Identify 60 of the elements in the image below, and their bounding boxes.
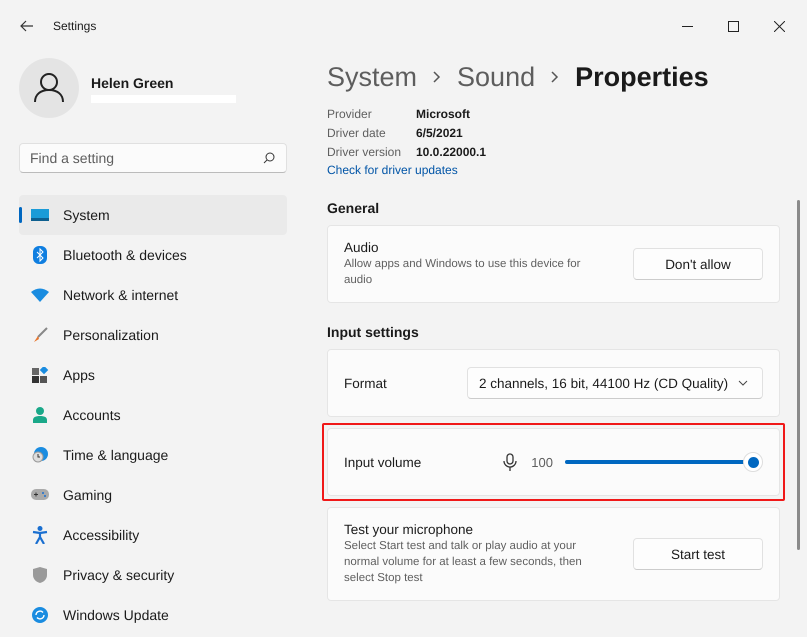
setting-title: Audio <box>344 240 380 255</box>
nav-item[interactable]: Apps <box>19 355 287 395</box>
search-field[interactable]: Find a setting <box>19 143 287 173</box>
nav-item[interactable]: Network & internet <box>19 275 287 315</box>
nav-item[interactable]: Time & language <box>19 435 287 475</box>
apps-icon <box>31 367 49 383</box>
info-value: Microsoft <box>416 106 471 123</box>
wifi-icon <box>31 288 49 302</box>
info-label: Provider <box>327 106 373 123</box>
info-label: Driver version <box>327 144 402 161</box>
person-icon <box>31 407 49 423</box>
accessibility-icon <box>31 526 49 544</box>
page-title: Properties <box>575 62 709 92</box>
chevron-down-icon <box>738 380 748 386</box>
nav-item[interactable]: Accessibility <box>19 515 287 555</box>
scrollbar[interactable] <box>797 200 800 550</box>
nav-item[interactable]: System <box>19 195 287 235</box>
nav-item[interactable]: Gaming <box>19 475 287 515</box>
chevron-icon <box>433 71 442 83</box>
search-icon <box>263 152 275 164</box>
brush-icon <box>31 327 49 343</box>
setting-title: Test your microphone <box>344 522 474 537</box>
driver-update-link[interactable]: Check for driver updates <box>327 163 458 177</box>
section-heading: Input settings <box>327 324 420 340</box>
avatar-icon <box>19 58 79 118</box>
setting-description: Allow apps and Windows to use this device for audio <box>344 257 582 288</box>
maximize-icon[interactable] <box>728 20 739 32</box>
back-arrow-icon[interactable] <box>20 20 34 32</box>
gamepad-icon <box>31 489 49 501</box>
breadcrumb-link[interactable]: Sound <box>457 62 536 92</box>
section-heading: General <box>327 200 380 216</box>
close-icon[interactable] <box>774 20 785 32</box>
window-title: Settings <box>53 19 96 33</box>
selection-indicator <box>19 207 22 223</box>
volume-slider[interactable] <box>563 452 763 472</box>
setting-description: Select Start test and talk or play audio at your normal volume for at least a few seconds, then select Stop test <box>344 539 583 586</box>
microphone-icon <box>503 453 518 471</box>
info-label: Driver date <box>327 125 387 142</box>
setting-title: Format <box>344 376 388 390</box>
globe-clock-icon <box>31 447 49 463</box>
shield-icon <box>31 567 49 583</box>
nav-item[interactable]: Privacy & security <box>19 555 287 595</box>
monitor-icon <box>31 208 49 222</box>
slider-thumb[interactable] <box>743 452 763 472</box>
info-value: 10.0.22000.1 <box>416 144 488 161</box>
format-dropdown[interactable]: 2 channels, 16 bit, 44100 Hz (CD Quality) <box>467 367 763 399</box>
nav-item[interactable]: Accounts <box>19 395 287 435</box>
nav-item[interactable]: Windows Update <box>19 595 287 635</box>
chevron-icon <box>551 71 560 83</box>
action-button[interactable]: Start test <box>633 538 763 570</box>
user-name: Helen Green <box>91 75 174 91</box>
info-value: 6/5/2021 <box>416 125 464 142</box>
bluetooth-icon <box>31 246 49 264</box>
setting-title: Input volume <box>344 454 422 470</box>
volume-reading: 100 <box>531 454 553 470</box>
action-button[interactable]: Don't allow <box>633 248 763 280</box>
breadcrumb-link[interactable]: System <box>327 62 418 92</box>
nav-item[interactable]: Bluetooth & devices <box>19 235 287 275</box>
nav-item[interactable]: Personalization <box>19 315 287 355</box>
refresh-icon <box>31 607 49 623</box>
